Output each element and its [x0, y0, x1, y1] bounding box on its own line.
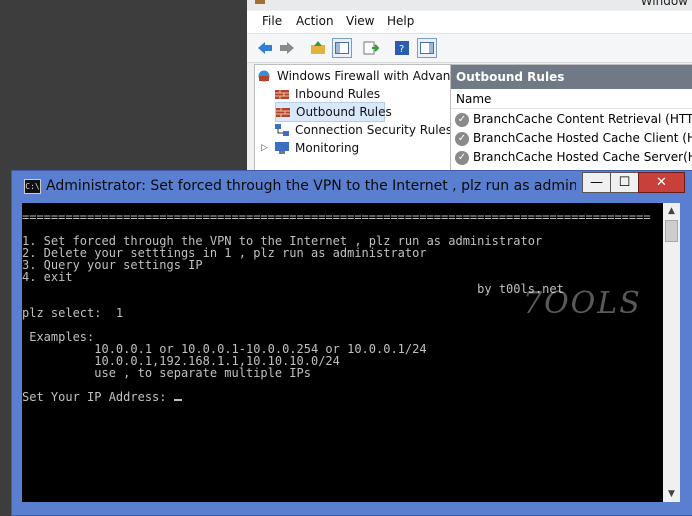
- console-line: ========================================…: [22, 210, 651, 224]
- console-window: C:\ Administrator: Set forced through th…: [11, 170, 692, 516]
- console-output-area[interactable]: ========================================…: [22, 203, 663, 502]
- menu-action[interactable]: Action: [296, 14, 334, 28]
- tree-item-connection-security-rules[interactable]: Connection Security Rules: [275, 121, 452, 139]
- rule-enabled-check-icon: ✓: [455, 112, 469, 127]
- console-titlebar[interactable]: C:\ Administrator: Set forced through th…: [12, 171, 692, 202]
- rule-name: BranchCache Hosted Cache Server(HTTP...: [473, 150, 692, 164]
- console-window-title: Administrator: Set forced through the VP…: [46, 178, 576, 194]
- help-icon[interactable]: ?: [393, 39, 411, 57]
- mmc-titlebar: Window: [247, 0, 692, 10]
- minimize-button[interactable]: —: [582, 172, 611, 193]
- close-button[interactable]: ✕: [638, 172, 685, 193]
- tree-item-inbound-rules[interactable]: Inbound Rules: [275, 85, 380, 103]
- outbound-rules-icon: [276, 108, 290, 117]
- svg-text:?: ?: [399, 44, 404, 55]
- pane-header: Outbound Rules: [451, 65, 692, 89]
- export-list-icon[interactable]: [362, 39, 380, 57]
- maximize-button[interactable]: ☐: [610, 172, 639, 193]
- connection-security-icon: [275, 124, 289, 136]
- show-hide-tree-icon[interactable]: [332, 38, 352, 58]
- menu-view[interactable]: View: [346, 14, 374, 28]
- console-line: use , to separate multiple IPs: [22, 366, 311, 380]
- mmc-app-icon: [255, 0, 265, 4]
- console-line: plz select: 1: [22, 306, 124, 320]
- rule-enabled-check-icon: ✓: [455, 150, 469, 165]
- back-arrow-icon[interactable]: [256, 39, 274, 57]
- menu-file[interactable]: File: [262, 14, 282, 28]
- tree-item-outbound-rules[interactable]: Outbound Rules: [275, 102, 392, 122]
- tree-root-firewall[interactable]: Windows Firewall with Advance: [257, 67, 464, 85]
- command-prompt-icon[interactable]: C:\: [24, 179, 41, 194]
- console-line: by t00ls.net: [22, 282, 564, 296]
- tree-item-label: Outbound Rules: [296, 105, 392, 119]
- mmc-window-title: Window: [640, 0, 688, 8]
- scroll-up-arrow-icon[interactable]: ▲: [663, 203, 680, 219]
- rule-row[interactable]: ✓ BranchCache Hosted Cache Client (HTT..…: [451, 129, 692, 148]
- inbound-rules-icon: [275, 90, 289, 99]
- mmc-toolbar: ?: [247, 34, 692, 63]
- show-action-pane-icon[interactable]: [417, 38, 437, 58]
- mmc-menubar: File Action View Help: [247, 11, 692, 34]
- menu-help[interactable]: Help: [387, 14, 414, 28]
- text-cursor: [173, 399, 182, 401]
- up-folder-icon[interactable]: [309, 39, 327, 57]
- rule-row[interactable]: ✓ BranchCache Hosted Cache Server(HTTP..…: [451, 148, 692, 167]
- rule-name: BranchCache Hosted Cache Client (HTT...: [473, 131, 692, 145]
- console-prompt-line: Set Your IP Address:: [22, 390, 174, 404]
- scroll-thumb[interactable]: [665, 220, 678, 242]
- tree-item-label: Inbound Rules: [295, 87, 381, 101]
- scroll-down-arrow-icon[interactable]: ▼: [663, 486, 680, 502]
- forward-arrow-icon[interactable]: [278, 39, 296, 57]
- tree-item-label: Monitoring: [295, 141, 360, 155]
- console-scrollbar[interactable]: ▲ ▼: [663, 203, 680, 502]
- t00ls-watermark: 7OOLS: [523, 286, 642, 321]
- tree-root-label: Windows Firewall with Advance: [277, 69, 465, 83]
- column-header-name[interactable]: Name: [451, 90, 692, 109]
- firewall-globe-icon: [258, 70, 270, 82]
- rule-row[interactable]: ✓ BranchCache Content Retrieval (HTTP-O.…: [451, 110, 692, 129]
- tree-item-label: Connection Security Rules: [295, 123, 453, 137]
- monitoring-icon: [275, 142, 289, 154]
- rule-enabled-check-icon: ✓: [455, 131, 469, 146]
- rule-name: BranchCache Content Retrieval (HTTP-O...: [473, 112, 692, 126]
- tree-item-monitoring[interactable]: ▷ Monitoring: [261, 139, 359, 157]
- expand-chevron-icon[interactable]: ▷: [261, 143, 269, 153]
